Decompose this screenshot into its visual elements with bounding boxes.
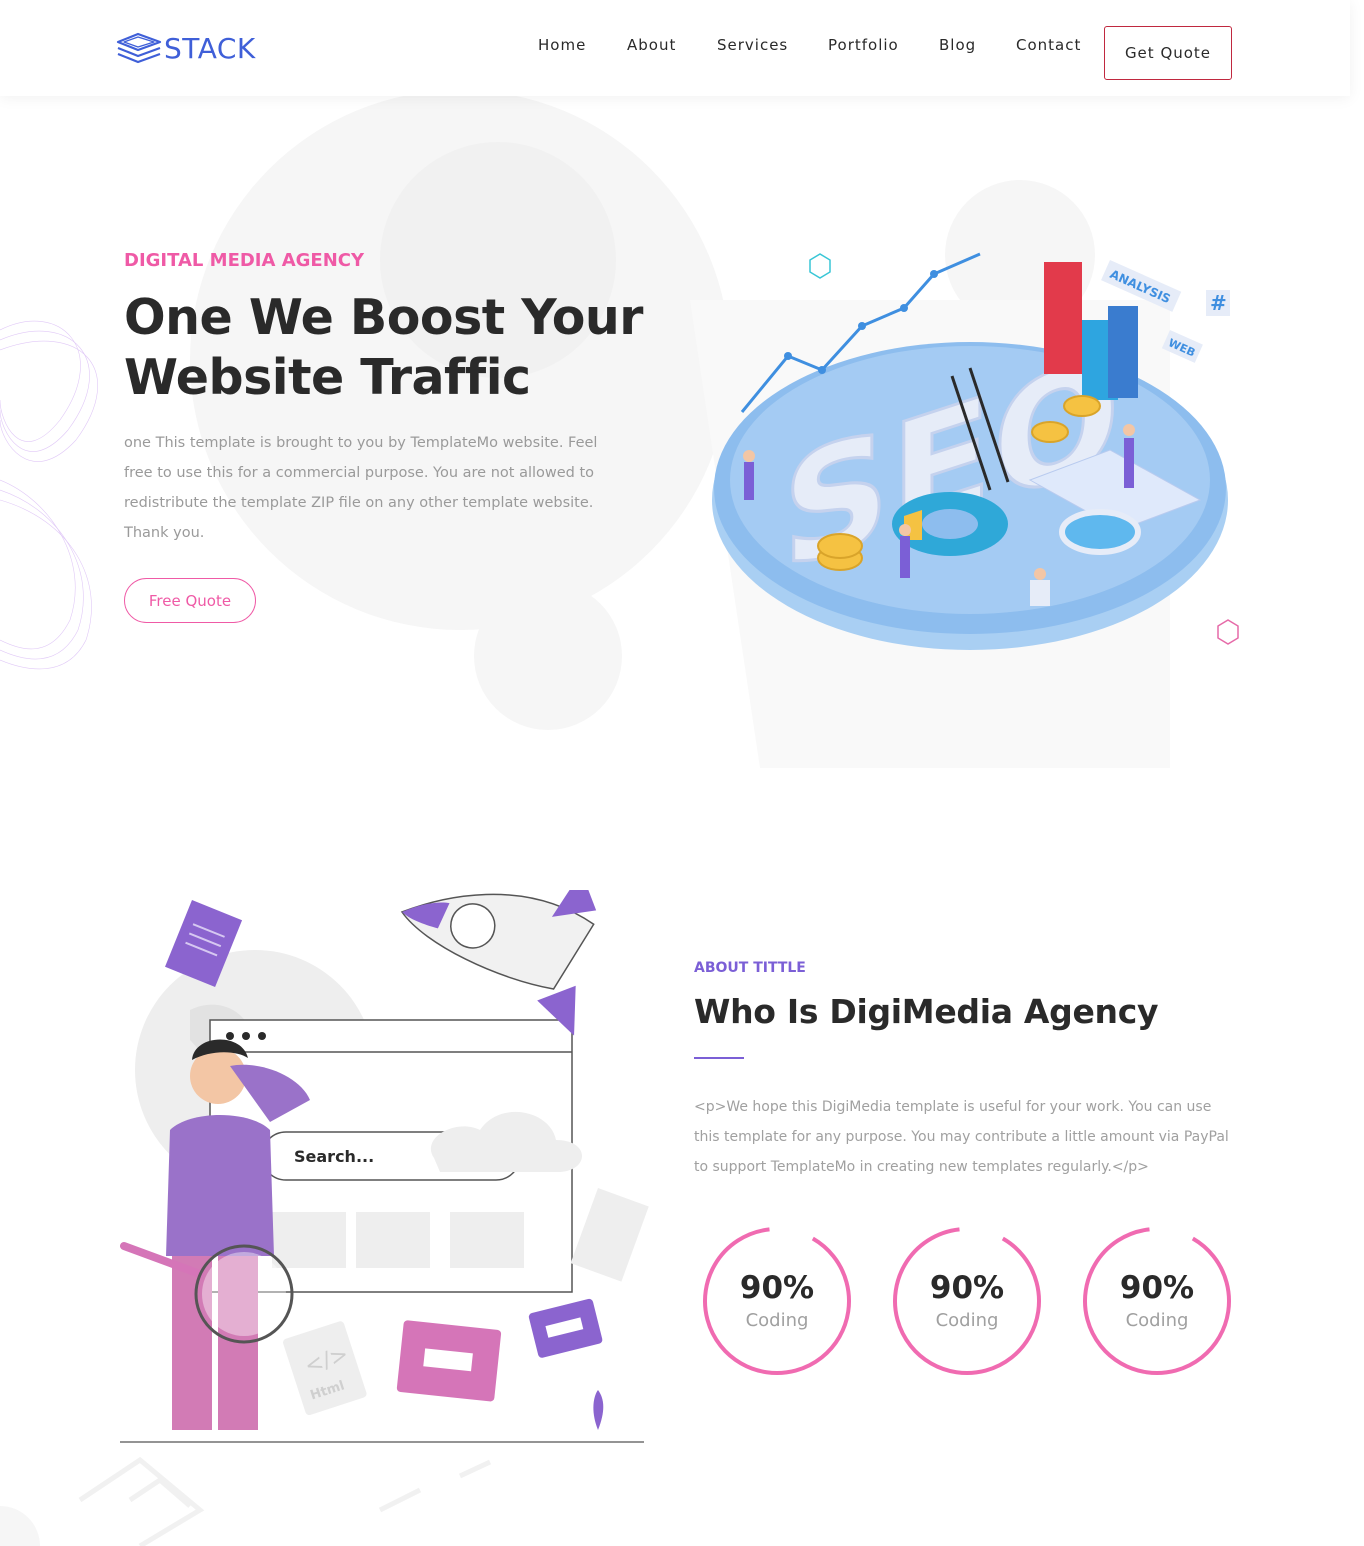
logo-text: STACK <box>164 31 256 65</box>
about-title: Who Is DigiMedia Agency <box>694 992 1159 1031</box>
nav-home[interactable]: Home <box>538 36 586 54</box>
stat-value: 90% <box>929 1270 1005 1306</box>
seo-isometric-illustration: SEO ANALYSIS WEB # <box>712 252 1239 650</box>
stat-value: 90% <box>1119 1270 1195 1306</box>
nav-services[interactable]: Services <box>717 36 788 54</box>
hero-kicker: DIGITAL MEDIA AGENCY <box>124 250 365 271</box>
stat-label: Coding <box>1125 1310 1189 1331</box>
stat-label: Coding <box>935 1310 999 1331</box>
bottom-decoration <box>0 1456 492 1546</box>
nav-about[interactable]: About <box>627 36 676 54</box>
nav-portfolio[interactable]: Portfolio <box>828 36 899 54</box>
logo[interactable]: STACK <box>116 30 256 66</box>
about-description: <p>We hope this DigiMedia template is us… <box>694 1099 1229 1175</box>
nav-contact[interactable]: Contact <box>1016 36 1081 54</box>
hero-title-line-1: One We Boost Your <box>124 289 643 346</box>
stat-circle-1: 90% Coding <box>702 1226 852 1376</box>
svg-text:#: # <box>1210 291 1227 315</box>
nav-blog[interactable]: Blog <box>939 36 976 54</box>
stack-logo-icon <box>116 32 162 64</box>
html-file-icon: Html</> <box>283 1321 367 1416</box>
hero-title-line-2: Website Traffic <box>124 349 531 406</box>
search-placeholder-text: Search... <box>294 1147 374 1166</box>
site-header: STACK Home About Services Portfolio Blog… <box>0 0 1350 96</box>
about-kicker: ABOUT TITTLE <box>694 960 806 976</box>
about-divider <box>694 1057 744 1059</box>
hero-title: One We Boost Your Website Traffic <box>124 288 684 408</box>
hero-description: one This template is brought to you by T… <box>124 435 598 541</box>
stat-value: 90% <box>739 1270 815 1306</box>
stat-label: Coding <box>745 1310 809 1331</box>
stat-circle-2: 90% Coding <box>892 1226 1042 1376</box>
stat-circle-3: 90% Coding <box>1082 1226 1232 1376</box>
free-quote-button[interactable]: Free Quote <box>124 578 256 623</box>
get-quote-button[interactable]: Get Quote <box>1104 26 1232 80</box>
search-man-rocket-illustration: Search... Html</> <box>120 890 649 1443</box>
